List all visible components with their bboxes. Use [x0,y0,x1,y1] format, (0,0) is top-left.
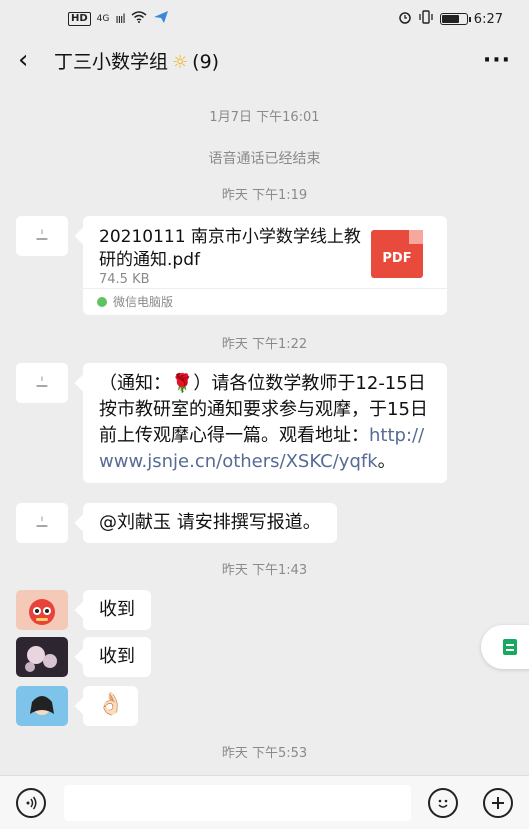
cartoon-avatar-icon [29,599,55,625]
emoji-message[interactable]: 👌🏻 [83,686,139,726]
status-left: HD 4G ıııl [68,10,169,28]
chat-area[interactable]: 1月7日 下午16:01 语音通话已经结束 昨天 下午1:19 I ═══ 202… [0,82,529,772]
battery-level [441,15,459,23]
message-input[interactable] [64,785,411,821]
text-message[interactable]: 收到 [83,637,151,677]
chat-title: 丁三小数学组 [54,50,169,73]
avatar[interactable] [16,590,68,630]
text-message[interactable]: （通知：🌹）请各位数学教师于12-15日按市教研室的通知要求参与观摩，于15日前… [83,363,447,483]
timestamp: 昨天 下午1:43 [221,563,308,578]
timestamp: 1月7日 下午16:01 [209,110,320,125]
avatar[interactable] [16,686,68,726]
timestamp: 昨天 下午1:19 [221,188,308,203]
file-source: 微信电脑版 [83,288,447,315]
pdf-file-icon: PDF [371,230,423,278]
avatar[interactable]: I ═══ [16,363,68,403]
reply-text: 收到 [99,599,135,620]
avatar-mark-icon: I ═══ [36,229,48,243]
wechat-icon [97,297,107,307]
emoji-icon[interactable] [428,788,458,818]
status-right: 6:27 [398,10,503,28]
status-bar: HD 4G ıııl 6:27 [0,0,529,38]
more-dots-icon[interactable]: ··· [483,48,511,73]
text-message[interactable]: @刘献玉 请安排撰写报道。 [83,503,337,543]
ok-hand-icon: 👌🏻 [97,692,125,717]
avatar-mark-icon: I ═══ [36,376,48,390]
voice-icon[interactable] [16,788,46,818]
clock-time: 6:27 [473,11,503,27]
vibrate-icon [418,10,434,28]
avatar[interactable] [16,637,68,677]
avatar[interactable]: I ═══ [16,503,68,543]
avatar-mark-icon: I ═══ [36,516,48,530]
hd-badge: HD [68,12,91,26]
avatar[interactable]: I ═══ [16,216,68,256]
send-arrow-icon [153,10,169,28]
timestamp: 昨天 下午5:53 [221,746,308,761]
sun-icon: ☼ [172,51,189,73]
float-doc-button[interactable] [481,625,529,669]
mention-text: @刘献玉 请安排撰写报道。 [99,512,321,533]
system-message: 语音通话已经结束 [208,151,321,167]
chevron-left-icon[interactable]: ‹ [18,47,54,73]
member-count: (9) [192,50,220,73]
flower-avatar-icon [25,646,57,672]
document-icon [503,639,517,655]
wifi-icon [131,11,147,27]
file-source-label: 微信电脑版 [113,295,174,309]
file-message[interactable]: 20210111 南京市小学数学线上教研的通知.pdf 74.5 KB PDF … [83,216,447,315]
reply-text: 收到 [99,646,135,667]
file-name: 20210111 南京市小学数学线上教研的通知.pdf [99,227,361,270]
text-message[interactable]: 收到 [83,590,151,630]
network-type: 4G [96,14,110,24]
chat-header: ‹ 丁三小数学组 ☼ (9) ··· [0,38,529,82]
notice-end: 。 [377,451,396,472]
timestamp: 昨天 下午1:22 [221,337,308,352]
signal-icon: ıııl [115,12,125,26]
plus-icon[interactable] [483,788,513,818]
battery-icon [439,13,471,25]
input-bar [0,775,529,829]
chat-title-group: 丁三小数学组 ☼ (9) [54,47,483,74]
girl-avatar-icon [30,696,54,715]
alarm-icon [398,10,412,28]
